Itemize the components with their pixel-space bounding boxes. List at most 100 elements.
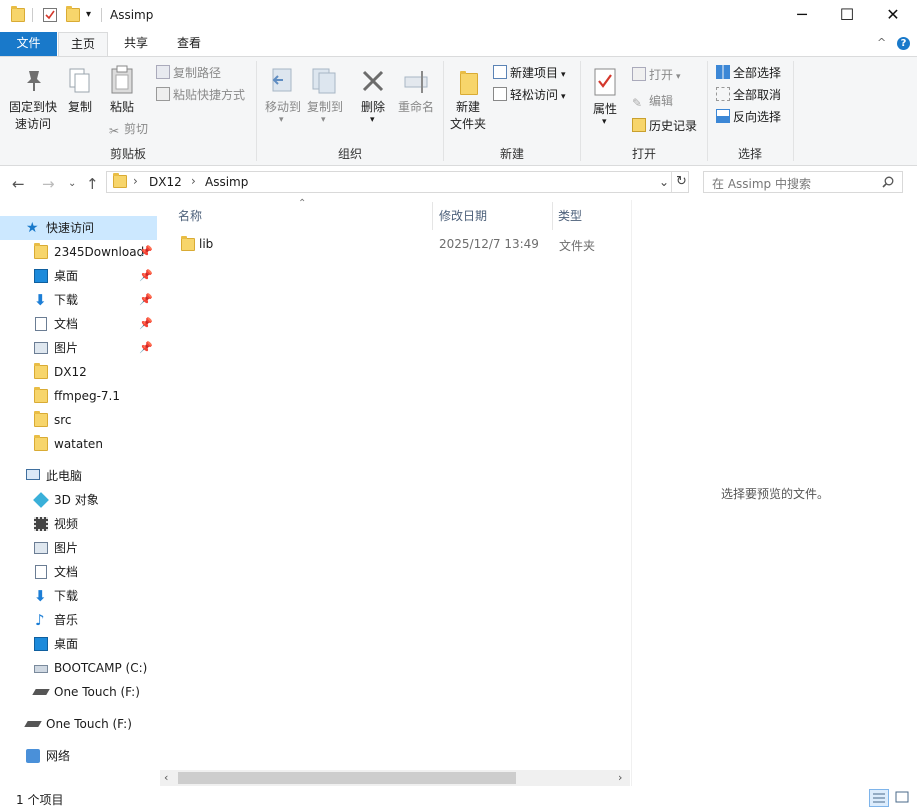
chevron-down-icon: ▾ bbox=[561, 92, 566, 102]
nav-item-downloads[interactable]: ⬇ 下载 📌 bbox=[0, 288, 157, 312]
tab-home[interactable]: 主页 bbox=[58, 32, 108, 56]
nav-item-label: 下载 bbox=[54, 589, 79, 603]
drive-icon bbox=[34, 665, 48, 673]
nav-item-label: 3D 对象 bbox=[54, 493, 99, 507]
tab-file[interactable]: 文件 bbox=[0, 32, 57, 56]
horizontal-scrollbar[interactable]: ‹ › bbox=[160, 770, 630, 786]
nav-item-2345download[interactable]: 2345Download 📌 bbox=[0, 240, 157, 264]
preview-empty-text: 选择要预览的文件。 bbox=[720, 487, 829, 501]
properties-icon[interactable] bbox=[43, 8, 57, 22]
nav-one-touch[interactable]: One Touch (F:) bbox=[0, 712, 157, 736]
select-none-button[interactable]: 全部取消 bbox=[716, 85, 781, 105]
forward-arrow-icon[interactable]: → bbox=[42, 175, 55, 193]
copy-button[interactable]: 复制 bbox=[62, 63, 98, 139]
breadcrumb-assimp[interactable]: Assimp bbox=[205, 175, 248, 189]
history-button[interactable]: 历史记录 bbox=[632, 116, 697, 136]
rename-button[interactable]: 重命名 bbox=[395, 63, 437, 139]
nav-item-documents[interactable]: 文档 📌 bbox=[0, 312, 157, 336]
folder-icon bbox=[11, 6, 25, 22]
tab-share[interactable]: 共享 bbox=[112, 32, 160, 56]
search-input[interactable]: 在 Assimp 中搜索 bbox=[712, 175, 811, 192]
breadcrumb-dx12[interactable]: DX12 bbox=[149, 175, 182, 189]
scroll-thumb[interactable] bbox=[178, 772, 516, 784]
column-header-type[interactable]: 类型 bbox=[558, 208, 582, 224]
pin-quick-access-button[interactable]: 固定到快 速访问 bbox=[5, 63, 61, 139]
recent-locations-icon[interactable]: ⌄ bbox=[68, 178, 76, 189]
status-bar: 1 个项目 bbox=[0, 787, 917, 811]
large-icons-view-icon[interactable] bbox=[893, 789, 913, 807]
folder-icon bbox=[34, 435, 48, 451]
edit-button[interactable]: ✎ 编辑 bbox=[632, 91, 673, 111]
nav-item-src[interactable]: src bbox=[0, 408, 157, 432]
column-header-modified[interactable]: 修改日期 bbox=[439, 208, 487, 224]
nav-item-documents-pc[interactable]: 文档 bbox=[0, 560, 157, 584]
properties-button[interactable]: 属性 ▾ bbox=[588, 63, 622, 141]
nav-quick-access[interactable]: ★ 快速访问 bbox=[0, 216, 157, 240]
nav-item-one-touch[interactable]: One Touch (F:) bbox=[0, 680, 157, 704]
new-folder-button[interactable]: 新建 文件夹 bbox=[447, 63, 489, 141]
nav-item-desktop[interactable]: 桌面 📌 bbox=[0, 264, 157, 288]
copy-icon bbox=[69, 68, 90, 93]
paste-button[interactable]: 粘贴 bbox=[104, 63, 140, 115]
nav-item-dx12[interactable]: DX12 bbox=[0, 360, 157, 384]
back-arrow-icon[interactable]: ← bbox=[12, 175, 25, 193]
column-divider[interactable] bbox=[432, 202, 433, 230]
easy-access-icon bbox=[493, 87, 507, 101]
cube-icon bbox=[33, 492, 49, 508]
copy-path-button[interactable]: 复制路径 bbox=[156, 63, 221, 83]
new-item-button[interactable]: 新建项目 ▾ bbox=[493, 63, 566, 83]
group-label-clipboard: 剪贴板 bbox=[109, 147, 146, 161]
chevron-down-icon: ▾ bbox=[321, 115, 326, 125]
download-arrow-icon: ⬇ bbox=[34, 291, 47, 309]
nav-item-pictures[interactable]: 图片 📌 bbox=[0, 336, 157, 360]
nav-item-bootcamp[interactable]: BOOTCAMP (C:) bbox=[0, 656, 157, 680]
refresh-icon[interactable]: ↻ bbox=[676, 174, 687, 189]
column-divider[interactable] bbox=[552, 202, 553, 230]
nav-this-pc[interactable]: 此电脑 bbox=[0, 464, 157, 488]
scroll-right-icon[interactable]: › bbox=[618, 771, 622, 784]
minimize-button[interactable]: ─ bbox=[779, 0, 825, 30]
scissors-icon: ✂ bbox=[108, 124, 120, 138]
nav-network[interactable]: 网络 bbox=[0, 744, 157, 768]
nav-item-videos[interactable]: 视频 bbox=[0, 512, 157, 536]
maximize-button[interactable]: ☐ bbox=[824, 0, 870, 30]
select-all-button[interactable]: 全部选择 bbox=[716, 63, 781, 83]
paste-shortcut-button[interactable]: 粘贴快捷方式 bbox=[156, 85, 245, 105]
delete-x-icon bbox=[362, 70, 384, 92]
nav-item-desktop-pc[interactable]: 桌面 bbox=[0, 632, 157, 656]
up-arrow-icon[interactable]: ↑ bbox=[86, 175, 99, 193]
details-view-icon[interactable] bbox=[869, 789, 889, 807]
cut-button[interactable]: ✂ 剪切 bbox=[107, 119, 148, 139]
item-count: 1 个项目 bbox=[16, 793, 64, 807]
new-folder-icon[interactable] bbox=[66, 6, 80, 22]
cut-label: 剪切 bbox=[124, 122, 149, 136]
address-bar[interactable]: › DX12 › Assimp ⌄ ↻ bbox=[106, 171, 689, 193]
open-button[interactable]: 打开 ▾ bbox=[632, 65, 681, 85]
invert-selection-icon bbox=[716, 109, 730, 123]
table-row[interactable]: lib 2025/12/7 13:49 文件夹 bbox=[174, 234, 624, 256]
collapse-ribbon-icon[interactable]: ^ bbox=[877, 36, 886, 49]
qat-dropdown-icon[interactable]: ▾ bbox=[86, 9, 91, 20]
nav-item-music[interactable]: ♪ 音乐 bbox=[0, 608, 157, 632]
nav-item-label: 图片 bbox=[54, 541, 79, 555]
tab-view[interactable]: 查看 bbox=[165, 32, 213, 56]
nav-item-wataten[interactable]: wataten bbox=[0, 432, 157, 456]
help-icon[interactable]: ? bbox=[897, 37, 910, 50]
column-header-name[interactable]: 名称 bbox=[178, 208, 202, 224]
nav-item-3d-objects[interactable]: 3D 对象 bbox=[0, 488, 157, 512]
move-to-label: 移动到 bbox=[264, 100, 301, 114]
move-to-button[interactable]: 移动到 ▾ bbox=[261, 63, 301, 139]
separator bbox=[101, 8, 102, 22]
delete-button[interactable]: 删除 ▾ bbox=[355, 63, 391, 139]
invert-selection-button[interactable]: 反向选择 bbox=[716, 107, 781, 127]
nav-item-downloads-pc[interactable]: ⬇ 下载 bbox=[0, 584, 157, 608]
close-button[interactable]: ✕ bbox=[870, 0, 916, 30]
easy-access-button[interactable]: 轻松访问 ▾ bbox=[493, 85, 566, 105]
search-box[interactable]: 在 Assimp 中搜索 bbox=[703, 171, 903, 193]
scroll-left-icon[interactable]: ‹ bbox=[164, 771, 168, 784]
nav-item-pictures-pc[interactable]: 图片 bbox=[0, 536, 157, 560]
nav-item-ffmpeg[interactable]: ffmpeg-7.1 bbox=[0, 384, 157, 408]
folder-icon bbox=[34, 411, 48, 427]
address-dropdown-icon[interactable]: ⌄ bbox=[659, 175, 669, 189]
copy-to-button[interactable]: 复制到 ▾ bbox=[303, 63, 343, 139]
